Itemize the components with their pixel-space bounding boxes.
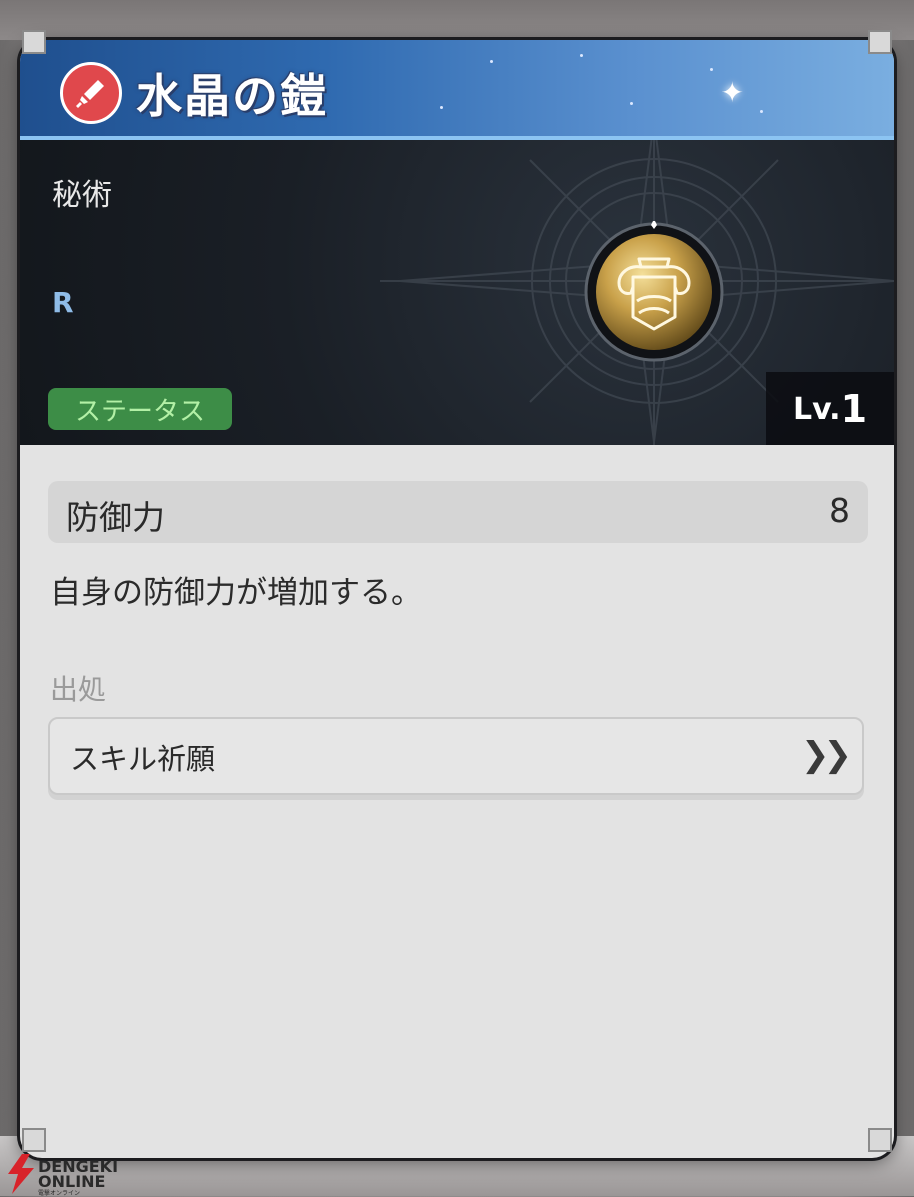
status-tag-badge: ステータス: [48, 388, 232, 430]
item-description: 自身の防御力が増加する。: [50, 575, 422, 611]
source-link-button[interactable]: スキル祈願 ❯❯: [48, 717, 864, 795]
title-bar: ✦ 水晶の鎧: [20, 40, 894, 140]
item-detail-card: ✦ 水晶の鎧 秘術 R ステータス Lv. 1 防御力 8 自身の防御力が増加す…: [20, 40, 894, 1158]
armor-icon: [584, 221, 724, 362]
corner-ornament-icon: [16, 24, 52, 60]
double-chevron-right-icon: ❯❯: [801, 735, 852, 775]
level-indicator: Lv. 1: [766, 372, 894, 445]
stat-label: 防御力: [66, 498, 165, 537]
item-title: 水晶の鎧: [136, 69, 328, 123]
level-prefix: Lv.: [792, 391, 841, 427]
background-top: [0, 0, 914, 40]
rarity-label: R: [52, 286, 74, 319]
stat-row: 防御力 8: [48, 481, 868, 543]
corner-ornament-icon: [862, 1122, 898, 1158]
sword-icon: [60, 62, 122, 124]
item-category: 秘術: [52, 178, 112, 213]
level-value: 1: [840, 387, 868, 431]
corner-ornament-icon: [862, 24, 898, 60]
stat-value: 8: [829, 491, 850, 530]
corner-ornament-icon: [16, 1122, 52, 1158]
dengeki-logo-icon: [8, 1154, 34, 1194]
sparkle-icon: ✦: [720, 76, 744, 109]
item-header: 秘術 R ステータス Lv. 1: [20, 140, 894, 445]
source-item-label: スキル祈願: [70, 742, 216, 776]
source-section-label: 出処: [50, 673, 107, 706]
